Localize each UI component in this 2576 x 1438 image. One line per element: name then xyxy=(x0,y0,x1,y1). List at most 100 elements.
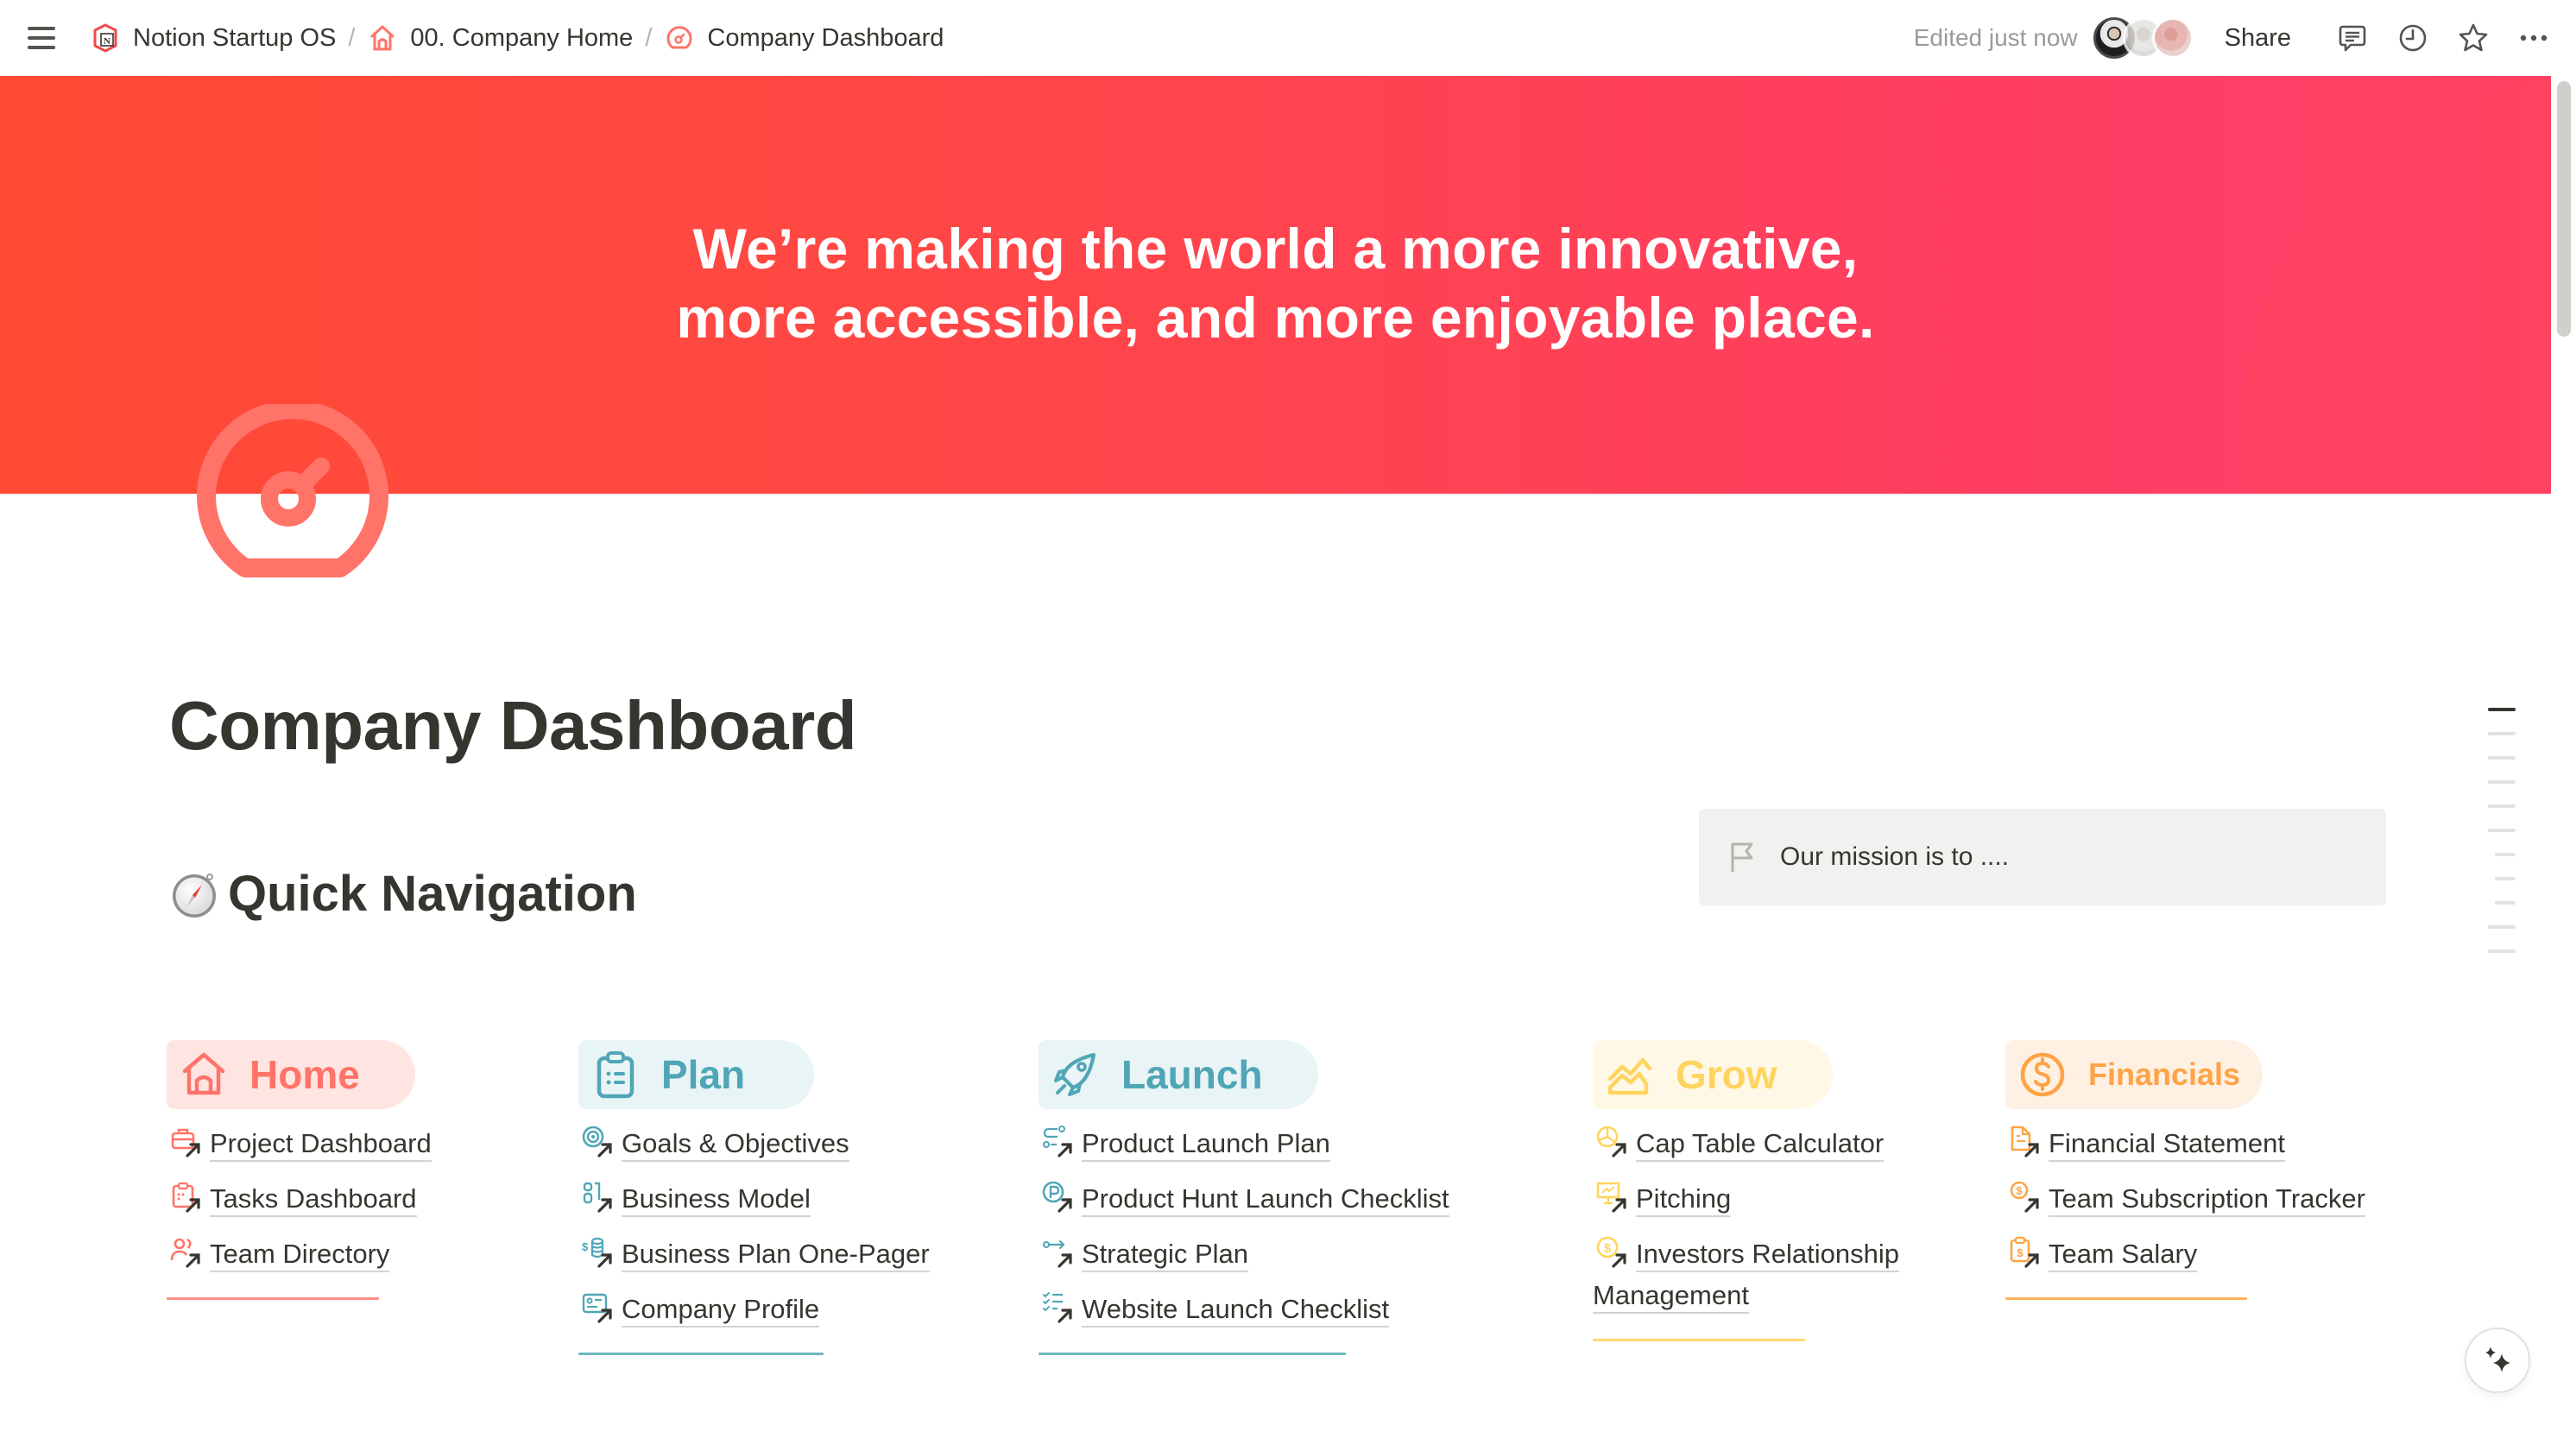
category-pill-plan[interactable]: Plan xyxy=(578,1040,815,1109)
nav-column-grow: Grow Cap Table Calculator Pitching $ Inv… xyxy=(1593,1040,1955,1341)
link-team-directory[interactable]: Team Directory xyxy=(167,1227,529,1282)
category-pill-launch[interactable]: Launch xyxy=(1039,1040,1318,1109)
breadcrumb-item-notion-startup-os[interactable]: N Notion Startup OS xyxy=(83,19,343,57)
menu-line xyxy=(28,36,55,40)
coins-link-icon: $ xyxy=(582,1237,612,1268)
link-tasks-dashboard[interactable]: Tasks Dashboard xyxy=(167,1171,529,1227)
toc-item[interactable] xyxy=(2488,756,2516,760)
link-business-model[interactable]: Business Model xyxy=(578,1171,975,1227)
link-text: Strategic Plan xyxy=(1082,1239,1248,1272)
link-product-launch-plan[interactable]: Product Launch Plan xyxy=(1039,1116,1522,1171)
route-link-icon xyxy=(1043,1125,1072,1157)
mission-callout[interactable]: Our mission is to .... xyxy=(1699,809,2386,905)
menu-line xyxy=(28,27,55,30)
toc-item[interactable] xyxy=(2488,804,2516,808)
link-pitching[interactable]: Pitching xyxy=(1593,1171,1955,1227)
notion-box-icon: N xyxy=(93,23,117,53)
link-text: Project Dashboard xyxy=(210,1128,432,1162)
page-title: Company Dashboard xyxy=(169,687,857,764)
category-pill-grow[interactable]: Grow xyxy=(1593,1040,1833,1109)
chart-area-icon xyxy=(1607,1057,1652,1095)
breadcrumb-item-company-dashboard[interactable]: Company Dashboard xyxy=(657,19,950,57)
toc-item[interactable] xyxy=(2488,708,2516,711)
link-investors-relationship-management[interactable]: $ Investors Relationship Management xyxy=(1593,1227,1955,1323)
svg-text:N: N xyxy=(104,36,110,47)
presentation-link-icon xyxy=(1596,1182,1626,1213)
link-team-salary[interactable]: $ Team Salary xyxy=(2005,1227,2368,1282)
clipboard-dollar-link-icon: $ xyxy=(2010,1236,2039,1268)
link-text: Team Directory xyxy=(210,1239,390,1272)
dollar-coin-link-icon: $ xyxy=(2010,1181,2039,1213)
category-label: Grow xyxy=(1676,1052,1777,1097)
page-icon-gauge[interactable] xyxy=(195,404,390,585)
history-clock-icon xyxy=(2399,24,2427,52)
link-text: Team Subscription Tracker xyxy=(2049,1183,2365,1217)
top-bar: N Notion Startup OS / 00. Company Home /… xyxy=(0,0,2576,76)
breadcrumb-label: 00. Company Home xyxy=(410,23,634,52)
toc-item[interactable] xyxy=(2488,732,2516,735)
more-options-button[interactable] xyxy=(2509,14,2559,62)
target-link-icon xyxy=(582,1126,612,1157)
ai-assistant-button[interactable] xyxy=(2465,1328,2530,1393)
toc-item[interactable] xyxy=(2488,829,2516,832)
top-right-actions: Edited just now Share xyxy=(1914,14,2559,62)
briefcase-link-icon xyxy=(171,1128,200,1157)
vertical-scrollbar[interactable] xyxy=(2557,81,2571,337)
link-list: Project Dashboard Tasks Dashboard Team D… xyxy=(167,1116,529,1282)
link-product-hunt-launch-checklist[interactable]: Product Hunt Launch Checklist xyxy=(1039,1171,1522,1227)
link-goals-objectives[interactable]: Goals & Objectives xyxy=(578,1116,975,1171)
category-pill-financials[interactable]: Financials xyxy=(2005,1040,2263,1109)
link-list: Goals & Objectives Business Model $ Busi… xyxy=(578,1116,975,1337)
people-link-icon xyxy=(170,1238,200,1268)
history-button[interactable] xyxy=(2388,14,2438,62)
link-text: Company Profile xyxy=(622,1294,820,1328)
comments-button[interactable] xyxy=(2327,14,2377,62)
column-divider xyxy=(1039,1353,1346,1355)
breadcrumb-item-company-home[interactable]: 00. Company Home xyxy=(360,19,640,57)
toc-item[interactable] xyxy=(2495,901,2516,905)
comments-icon xyxy=(2339,25,2366,52)
link-team-subscription-tracker[interactable]: $ Team Subscription Tracker xyxy=(2005,1171,2368,1227)
product-hunt-link-icon xyxy=(1042,1181,1072,1213)
link-cap-table-calculator[interactable]: Cap Table Calculator xyxy=(1593,1116,1955,1171)
document-link-icon xyxy=(2011,1126,2039,1157)
avatar[interactable] xyxy=(2151,17,2194,59)
favorite-star-icon xyxy=(2459,23,2488,52)
link-project-dashboard[interactable]: Project Dashboard xyxy=(167,1116,529,1171)
breadcrumb-label: Company Dashboard xyxy=(707,23,944,52)
svg-text:$: $ xyxy=(582,1240,589,1253)
collaborator-avatars[interactable] xyxy=(2093,17,2194,59)
svg-text:$: $ xyxy=(1604,1241,1612,1256)
blocks-link-icon xyxy=(583,1182,612,1213)
svg-text:$: $ xyxy=(2016,1184,2023,1197)
home-icon xyxy=(182,1052,225,1095)
nav-column-home: Home Project Dashboard Tasks Dashboard T… xyxy=(167,1040,529,1300)
link-text: Tasks Dashboard xyxy=(210,1183,417,1217)
table-of-contents-minimap[interactable] xyxy=(2486,708,2521,974)
category-pill-home[interactable]: Home xyxy=(167,1040,415,1109)
link-company-profile[interactable]: Company Profile xyxy=(578,1282,975,1337)
link-text: Business Model xyxy=(622,1183,811,1217)
link-list: Financial Statement $ Team Subscription … xyxy=(2005,1116,2368,1282)
callout-text: Our mission is to .... xyxy=(1780,842,2010,871)
link-financial-statement[interactable]: Financial Statement xyxy=(2005,1116,2368,1171)
toc-item[interactable] xyxy=(2495,877,2516,880)
toc-item[interactable] xyxy=(2488,925,2516,929)
toc-item[interactable] xyxy=(2488,780,2516,784)
share-button[interactable]: Share xyxy=(2213,19,2303,58)
clipboard-link-icon xyxy=(172,1182,200,1213)
category-label: Financials xyxy=(2088,1056,2241,1092)
sidebar-menu-button[interactable] xyxy=(26,24,57,52)
toc-item[interactable] xyxy=(2488,949,2516,953)
category-label: Plan xyxy=(661,1052,746,1097)
breadcrumb-label: Notion Startup OS xyxy=(133,23,337,52)
link-text: Team Salary xyxy=(2049,1239,2198,1272)
link-business-plan-one-pager[interactable]: $ Business Plan One-Pager xyxy=(578,1227,975,1282)
link-website-launch-checklist[interactable]: Website Launch Checklist xyxy=(1039,1282,1522,1337)
svg-text:$: $ xyxy=(2017,1246,2024,1259)
link-text: Goals & Objectives xyxy=(622,1128,849,1162)
favorite-button[interactable] xyxy=(2448,14,2498,62)
link-strategic-plan[interactable]: Strategic Plan xyxy=(1039,1227,1522,1282)
breadcrumb-separator: / xyxy=(645,23,653,52)
toc-item[interactable] xyxy=(2495,853,2516,856)
